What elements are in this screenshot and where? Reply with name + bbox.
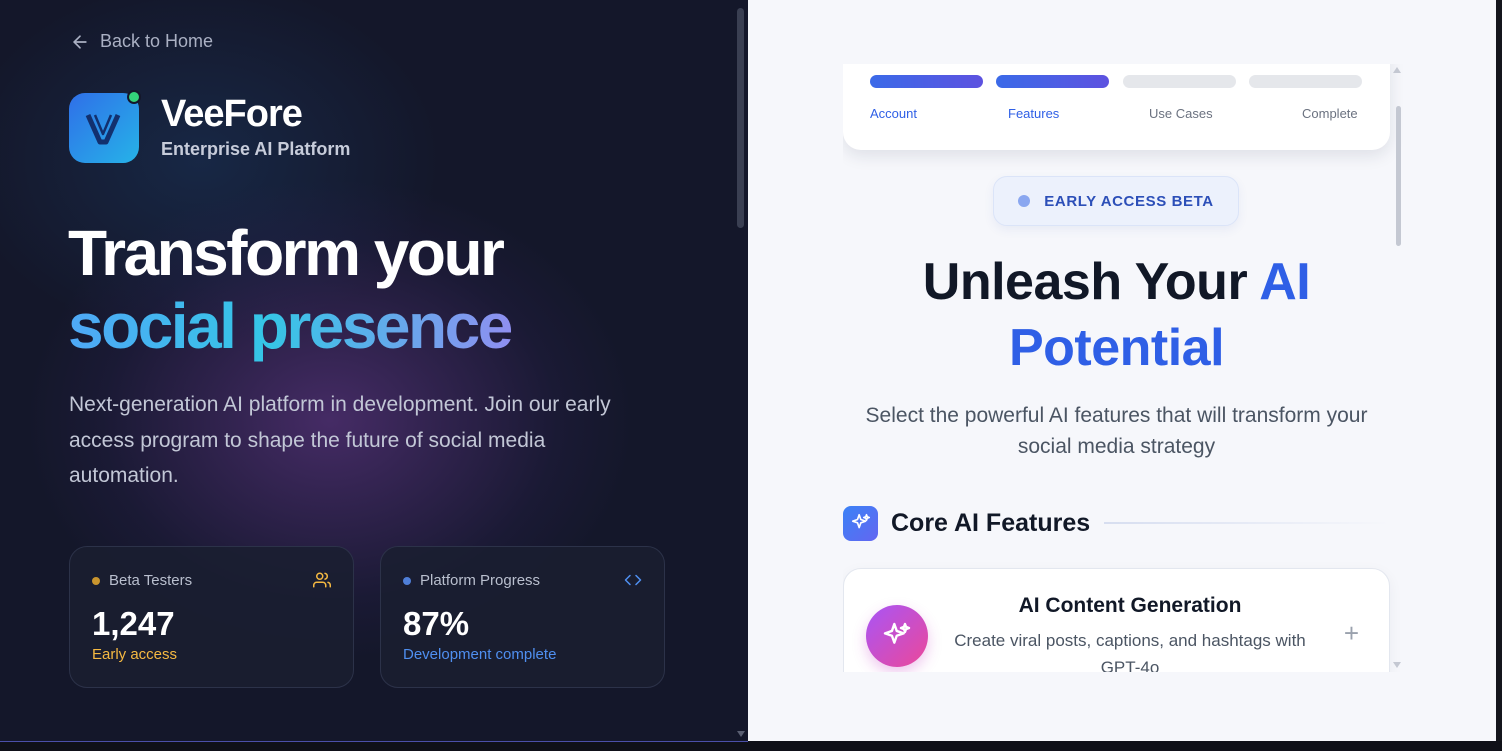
scroll-down-arrow[interactable] bbox=[1393, 662, 1401, 668]
step-bar-complete bbox=[1249, 75, 1362, 88]
core-features-section-header: Core AI Features bbox=[843, 505, 1390, 541]
left-scrollbar-thumb[interactable] bbox=[737, 8, 744, 228]
headline-line2: Potential bbox=[1008, 319, 1225, 377]
users-icon bbox=[313, 572, 331, 588]
stat-value: 1,247 bbox=[92, 605, 175, 642]
add-feature-button[interactable]: + bbox=[1344, 620, 1359, 646]
focus-line bbox=[0, 741, 748, 742]
stat-value: 87% bbox=[403, 605, 470, 642]
section-divider bbox=[1104, 522, 1390, 524]
right-panel: Account Features Use Cases Complete EARL… bbox=[748, 0, 1496, 741]
brand-logo bbox=[69, 93, 139, 163]
hero-description: Next-generation AI platform in developme… bbox=[69, 393, 611, 487]
stat-label: Beta Testers bbox=[109, 572, 193, 589]
left-panel: Back to Home VeeFore Enterprise AI Platf… bbox=[0, 0, 748, 741]
stat-card-beta-testers: Beta Testers 1,247 Early access bbox=[69, 546, 354, 688]
step-label-account[interactable]: Account bbox=[870, 106, 917, 121]
stat-note: Development complete bbox=[403, 646, 557, 663]
step-bar-account bbox=[870, 75, 983, 88]
sparkles-icon bbox=[866, 605, 928, 667]
window-bottom-edge bbox=[0, 741, 1502, 751]
headline-line1: Unleash Your AI bbox=[843, 252, 1390, 312]
window-edge bbox=[1496, 0, 1502, 751]
badge-label: EARLY ACCESS BETA bbox=[1044, 192, 1214, 210]
stat-label: Platform Progress bbox=[420, 572, 541, 589]
code-icon bbox=[624, 574, 642, 586]
step-bar-features bbox=[996, 75, 1109, 88]
online-status-dot bbox=[127, 90, 141, 104]
stat-card-platform-progress: Platform Progress 87% Development comple… bbox=[380, 546, 665, 688]
feature-description: Create viral posts, captions, and hashta… bbox=[954, 631, 1306, 672]
arrow-left-icon bbox=[73, 34, 87, 49]
feature-title: AI Content Generation bbox=[1018, 594, 1242, 617]
hero-title-line1: Transform your bbox=[68, 217, 505, 289]
step-label-use-cases[interactable]: Use Cases bbox=[1149, 106, 1213, 121]
progress-steps-card: Account Features Use Cases Complete bbox=[843, 64, 1390, 150]
headline-part1: Unleash Your bbox=[922, 253, 1260, 311]
v-logo-icon bbox=[85, 113, 121, 145]
section-title: Core AI Features bbox=[891, 508, 1091, 537]
hero-title-line2: social presence bbox=[68, 290, 513, 362]
feature-card-ai-content-generation[interactable]: AI Content Generation Create viral posts… bbox=[843, 568, 1390, 672]
subheading: Select the powerful AI features that wil… bbox=[865, 404, 1368, 458]
stat-note: Early access bbox=[92, 646, 178, 663]
right-scrollbar-thumb[interactable] bbox=[1396, 106, 1401, 246]
left-scroll-down-arrow[interactable] bbox=[737, 731, 745, 737]
step-label-complete[interactable]: Complete bbox=[1302, 106, 1358, 121]
headline-accent: AI bbox=[1259, 253, 1311, 311]
status-dot bbox=[403, 576, 411, 585]
early-access-badge: EARLY ACCESS BETA bbox=[993, 176, 1239, 226]
step-label-features[interactable]: Features bbox=[1008, 106, 1059, 121]
brand-subtitle: Enterprise AI Platform bbox=[161, 139, 351, 159]
scroll-up-arrow[interactable] bbox=[1393, 67, 1401, 73]
onboarding-scroll-area[interactable]: Account Features Use Cases Complete EARL… bbox=[843, 64, 1403, 672]
back-to-home-link[interactable]: Back to Home bbox=[70, 31, 213, 52]
badge-dot bbox=[1018, 195, 1031, 207]
back-label: Back to Home bbox=[100, 31, 214, 51]
step-bar-use-cases bbox=[1123, 75, 1236, 88]
sparkles-icon bbox=[843, 505, 878, 541]
status-dot bbox=[92, 576, 100, 585]
brand-name: VeeFore bbox=[161, 93, 303, 135]
